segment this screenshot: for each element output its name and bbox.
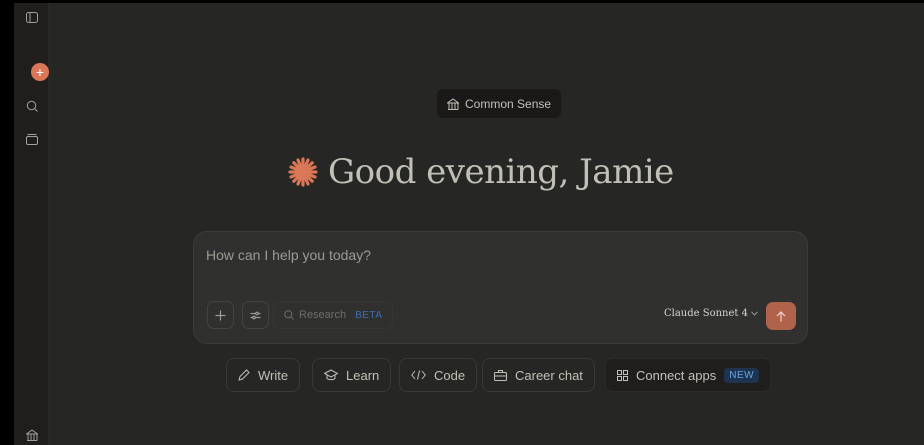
prompt-input[interactable] bbox=[206, 244, 796, 266]
greeting-text: Good evening, Jamie bbox=[328, 152, 674, 192]
library-icon bbox=[25, 429, 38, 441]
projects-button[interactable] bbox=[14, 127, 49, 151]
chip-label: Learn bbox=[346, 367, 380, 383]
sidebar-toggle-icon bbox=[25, 11, 38, 23]
claude-spark-icon bbox=[288, 157, 318, 187]
project-name: Common Sense bbox=[465, 96, 552, 111]
career-chat-chip[interactable]: Career chat bbox=[482, 358, 595, 392]
chip-label: Code bbox=[434, 367, 466, 383]
pen-icon bbox=[238, 369, 250, 381]
plus-icon bbox=[215, 310, 226, 320]
model-name: Claude Sonnet 4 bbox=[664, 308, 748, 319]
archive-box-icon bbox=[25, 133, 38, 145]
plus-icon: + bbox=[35, 64, 45, 80]
chip-label: Career chat bbox=[515, 367, 583, 383]
chip-label: Connect apps bbox=[636, 367, 717, 383]
connect-apps-chip[interactable]: Connect apps NEW bbox=[605, 358, 772, 392]
search-chats-button[interactable] bbox=[14, 94, 49, 118]
search-chat-icon bbox=[26, 100, 38, 112]
project-selector[interactable]: Common Sense bbox=[437, 89, 562, 118]
new-chat-button[interactable]: + bbox=[31, 63, 49, 81]
tools-button[interactable] bbox=[242, 301, 269, 329]
message-composer: Research BETA Claude Sonnet 4 bbox=[193, 231, 808, 344]
greeting: Good evening, Jamie bbox=[288, 148, 674, 196]
send-button[interactable] bbox=[766, 302, 796, 330]
research-toggle[interactable]: Research BETA bbox=[273, 301, 394, 329]
write-chip[interactable]: Write bbox=[226, 358, 301, 392]
sidebar: + bbox=[14, 3, 49, 445]
toggle-sidebar-button[interactable] bbox=[14, 5, 49, 29]
code-icon bbox=[411, 370, 426, 380]
research-label: Research bbox=[299, 309, 347, 321]
research-search-icon bbox=[284, 310, 294, 320]
graduation-cap-icon bbox=[324, 369, 338, 381]
project-shortcut-button[interactable] bbox=[14, 423, 49, 445]
briefcase-icon bbox=[494, 369, 507, 381]
library-icon bbox=[447, 97, 459, 110]
code-chip[interactable]: Code bbox=[399, 358, 478, 392]
chip-label: Write bbox=[258, 367, 289, 383]
beta-badge: BETA bbox=[355, 309, 383, 321]
model-selector[interactable]: Claude Sonnet 4 bbox=[664, 308, 758, 319]
sliders-icon bbox=[250, 311, 261, 319]
new-badge: NEW bbox=[724, 367, 760, 383]
app-window: + Common Sense Good evening, Jamie How c… bbox=[0, 0, 924, 445]
chevron-down-icon bbox=[751, 311, 758, 316]
learn-chip[interactable]: Learn bbox=[312, 358, 392, 392]
add-attachment-button[interactable] bbox=[207, 301, 234, 329]
apps-grid-icon bbox=[617, 369, 628, 381]
arrow-up-icon bbox=[776, 310, 786, 321]
